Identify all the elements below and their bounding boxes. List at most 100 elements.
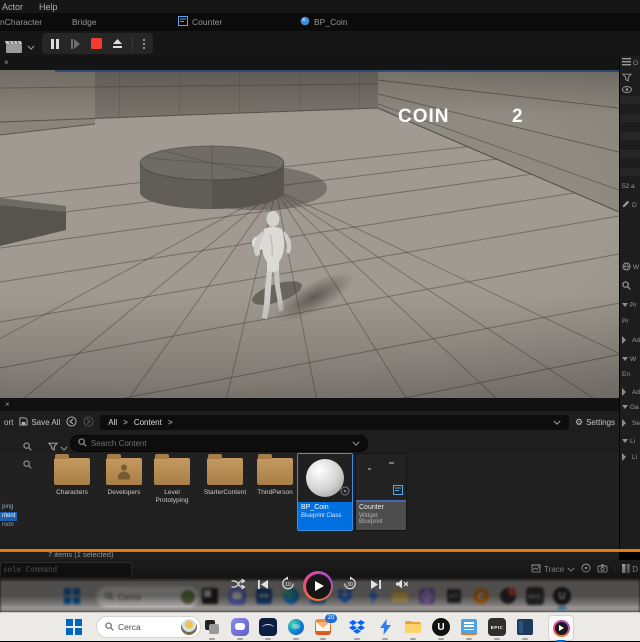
sources-tree-item[interactable]: ntent	[0, 512, 17, 521]
dropbox-icon[interactable]	[348, 618, 366, 640]
widget-icon	[178, 16, 188, 28]
right-panel-fragment[interactable]: O	[622, 58, 638, 68]
svg-text:10: 10	[285, 582, 291, 588]
transport-controls	[42, 33, 153, 54]
transport-options-button[interactable]	[141, 36, 147, 51]
sources-tree-item[interactable]: rson	[0, 521, 17, 530]
previous-icon	[257, 577, 269, 595]
right-panel-fragment[interactable]: W	[622, 354, 636, 364]
video-progress-bar[interactable]	[0, 549, 640, 552]
folder-level-prototyping[interactable]: Level Prototyping	[148, 454, 196, 505]
list-icon	[622, 58, 631, 68]
sphere-thumbnail	[306, 459, 344, 497]
right-panel-fragment[interactable]: W	[622, 262, 639, 273]
content-browser-tab-strip: ×	[0, 398, 619, 411]
import-button[interactable]: ort	[4, 418, 13, 427]
disney-plus-icon[interactable]	[259, 618, 277, 640]
task-view-icon[interactable]	[203, 618, 221, 640]
bing-daily-icon[interactable]	[181, 619, 197, 635]
taskbar-search-input[interactable]: Cerca	[96, 616, 201, 638]
globe-icon	[622, 262, 631, 273]
windows-taskbar: Cerca 20 U EPIC	[0, 612, 640, 642]
save-all-button[interactable]: Save All	[19, 416, 60, 428]
previous-button[interactable]	[257, 577, 269, 595]
doc-tab-ncharacter[interactable]: nCharacter	[0, 13, 42, 31]
content-browser-close-icon[interactable]: ×	[5, 401, 10, 409]
asset-bp_coin[interactable]: BP_Coin Blueprint Class	[297, 453, 353, 531]
play-button[interactable]	[303, 571, 333, 601]
step-forward-button[interactable]	[69, 36, 82, 51]
find-icon-2[interactable]	[23, 456, 32, 474]
start-button[interactable]	[66, 619, 84, 637]
teams-chat-icon[interactable]	[231, 618, 249, 640]
widget-icon	[393, 482, 403, 500]
save-icon	[19, 416, 28, 428]
right-panel-fragment[interactable]: Se	[622, 419, 640, 427]
next-button[interactable]	[370, 577, 382, 595]
doc-tab-counter[interactable]: Counter	[178, 13, 222, 31]
breadcrumb-separator: >	[123, 417, 128, 427]
folder-thirdperson[interactable]: ThirdPerson	[251, 454, 299, 497]
back-button[interactable]	[66, 415, 77, 429]
folder-developers[interactable]: Developers	[100, 454, 148, 497]
menu-item-actor[interactable]: Actor	[2, 2, 23, 12]
mail-icon[interactable]: 20	[314, 614, 337, 640]
folder-characters[interactable]: Characters	[48, 454, 96, 497]
search-input[interactable]: Search Content	[70, 435, 368, 452]
notes-icon[interactable]	[460, 618, 478, 640]
settings-button[interactable]: ⚙ Settings	[575, 417, 615, 428]
sources-tree-item[interactable]: ping	[0, 503, 17, 512]
doc-tab-bp_coin[interactable]: BP_Coin	[300, 13, 348, 31]
right-panel-fragment[interactable]: En	[622, 371, 630, 378]
breadcrumb-item-content[interactable]: Content	[134, 418, 162, 427]
menu-item-help[interactable]: Help	[39, 2, 58, 12]
breadcrumb-item-all[interactable]: All	[108, 418, 117, 427]
shuffle-button[interactable]	[231, 577, 246, 595]
right-panel-fragment[interactable]: Pr	[622, 300, 637, 310]
mute-button[interactable]	[395, 577, 409, 595]
bolt-icon[interactable]	[376, 618, 394, 640]
doc-tab-bridge[interactable]: Bridge	[72, 13, 97, 31]
unreal-engine-icon[interactable]: U	[432, 618, 450, 640]
right-panel-fragment[interactable]: Ga	[622, 402, 639, 412]
play-toolbar	[0, 31, 640, 56]
forward-button[interactable]	[83, 415, 94, 429]
right-panel-fragment[interactable]	[621, 73, 634, 84]
right-panel-fragment[interactable]: Pr	[622, 318, 629, 325]
mute-icon	[395, 577, 409, 595]
rewind-10-button[interactable]: 10	[281, 576, 296, 596]
breadcrumb[interactable]: All > Content >	[100, 414, 570, 430]
right-panel-fragment[interactable]: Ad	[622, 388, 640, 396]
forward-30-button[interactable]: 30	[343, 576, 358, 596]
search-icon	[622, 281, 631, 292]
breadcrumb-separator: >	[167, 417, 173, 427]
pause-button[interactable]	[48, 36, 61, 51]
folder-startercontent[interactable]: StarterContent	[201, 454, 249, 497]
stop-button[interactable]	[90, 36, 103, 51]
content-browser: × ort Save All All > Content > ⚙ Settings S…	[0, 398, 619, 560]
asset-counter[interactable]: Counter Widget Blueprint	[355, 453, 407, 531]
right-panel-fragment[interactable]	[622, 86, 634, 95]
right-panel-fragment[interactable]: Li	[622, 453, 637, 461]
eject-button[interactable]	[111, 36, 124, 51]
breadcrumb-chevron-down-icon[interactable]	[553, 418, 561, 427]
media-player-icon[interactable]	[548, 615, 574, 642]
viewport-close-icon[interactable]: ×	[4, 59, 9, 67]
chevron-down-icon[interactable]	[352, 439, 360, 448]
epic-games-icon[interactable]: EPIC	[488, 618, 506, 640]
rewind-10-icon: 10	[281, 576, 296, 596]
file-explorer-icon[interactable]	[404, 618, 422, 640]
sources-tree-fragment: ping ntent rson	[0, 503, 17, 530]
folder-icon	[207, 454, 243, 485]
right-panel-fragment[interactable]	[622, 281, 633, 292]
game-viewport[interactable]: COIN 2	[0, 70, 619, 398]
right-panel-fragment[interactable]: D	[622, 200, 637, 210]
taskbar-search-label: Cerca	[118, 622, 141, 632]
content-browser-filter-row: Search Content	[0, 433, 619, 452]
edge-icon[interactable]	[287, 618, 305, 640]
visual-studio-dark-icon[interactable]	[516, 618, 534, 640]
right-panel-fragment[interactable]: Ad	[622, 336, 640, 344]
right-panel-fragment[interactable]: Li	[622, 436, 635, 446]
eye-icon	[622, 86, 632, 95]
right-panel-fragment[interactable]: 52 a	[622, 183, 635, 190]
